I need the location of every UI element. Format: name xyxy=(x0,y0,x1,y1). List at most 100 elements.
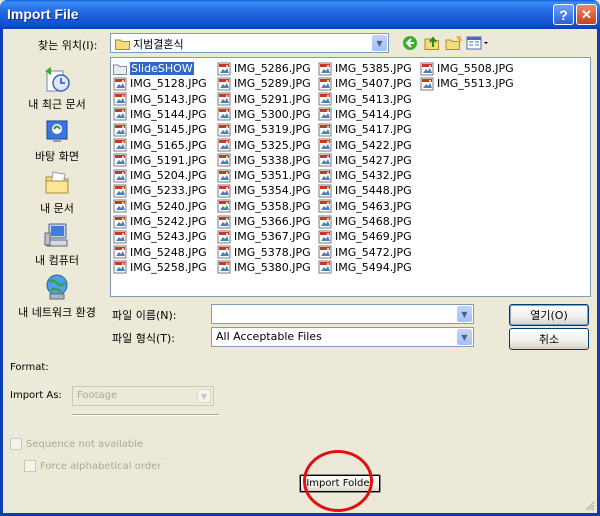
place-desktop-label: 바탕 화면 xyxy=(35,150,79,163)
current-folder-label: 지범결혼식 xyxy=(133,38,184,51)
look-in-combo[interactable]: 지범결혼식 ▼ xyxy=(110,33,389,53)
open-button[interactable]: 열기(O) xyxy=(509,304,589,326)
file-item[interactable]: IMG_5319.JPG xyxy=(217,122,311,137)
file-item[interactable]: IMG_5494.JPG xyxy=(318,260,412,275)
file-item[interactable]: IMG_5291.JPG xyxy=(217,92,311,107)
my-documents-icon xyxy=(43,169,71,197)
file-item[interactable]: IMG_5508.JPG xyxy=(420,61,514,76)
file-item[interactable]: IMG_5300.JPG xyxy=(217,107,311,122)
file-item[interactable]: IMG_5191.JPG xyxy=(113,153,207,168)
close-button[interactable]: ✕ xyxy=(576,4,597,25)
file-item[interactable]: IMG_5469.JPG xyxy=(318,229,412,244)
place-my-computer[interactable]: 내 컴퓨터 xyxy=(9,221,105,268)
file-item[interactable]: IMG_5243.JPG xyxy=(113,229,207,244)
image-file-icon xyxy=(113,184,127,198)
file-item[interactable]: IMG_5351.JPG xyxy=(217,168,311,183)
image-file-icon xyxy=(318,107,332,121)
file-item[interactable]: IMG_5448.JPG xyxy=(318,183,412,198)
image-file-icon xyxy=(113,260,127,274)
places-bar: 내 최근 문서 바탕 화면 내 문서 내 컴퓨터 내 네트워크 환경 xyxy=(9,57,105,322)
up-folder-icon[interactable] xyxy=(423,34,441,52)
highlight-circle-annotation xyxy=(303,450,373,512)
file-item[interactable]: IMG_5472.JPG xyxy=(318,245,412,260)
file-item[interactable]: IMG_5165.JPG xyxy=(113,138,207,153)
file-item[interactable]: IMG_5366.JPG xyxy=(217,214,311,229)
image-file-icon xyxy=(318,215,332,229)
file-name: IMG_5143.JPG xyxy=(130,92,207,106)
filetype-label: 파일 형식(T): xyxy=(112,332,175,345)
file-item[interactable]: IMG_5385.JPG xyxy=(318,61,412,76)
file-item[interactable]: IMG_5413.JPG xyxy=(318,92,412,107)
file-name: IMG_5463.JPG xyxy=(335,199,412,213)
file-item[interactable]: IMG_5513.JPG xyxy=(420,76,514,91)
cancel-button[interactable]: 취소 xyxy=(509,328,589,350)
file-item[interactable]: IMG_5367.JPG xyxy=(217,229,311,244)
place-my-documents[interactable]: 내 문서 xyxy=(9,169,105,216)
place-my-documents-label: 내 문서 xyxy=(40,202,74,215)
sequence-checkbox[interactable] xyxy=(10,438,22,450)
place-my-network[interactable]: 내 네트워크 환경 xyxy=(9,273,105,320)
file-item[interactable]: IMG_5422.JPG xyxy=(318,138,412,153)
file-item[interactable]: IMG_5145.JPG xyxy=(113,122,207,137)
file-name: IMG_5366.JPG xyxy=(234,215,311,228)
title-bar[interactable]: Import File ? ✕ xyxy=(0,0,600,29)
image-file-icon xyxy=(113,230,127,244)
image-file-icon xyxy=(217,107,231,121)
file-item[interactable]: IMG_5242.JPG xyxy=(113,214,207,229)
file-item[interactable]: IMG_5417.JPG xyxy=(318,122,412,137)
file-item[interactable]: IMG_5325.JPG xyxy=(217,138,311,153)
file-item[interactable]: IMG_5414.JPG xyxy=(318,107,412,122)
file-name: IMG_5367.JPG xyxy=(234,230,311,244)
new-folder-icon[interactable] xyxy=(444,34,462,52)
file-item[interactable]: IMG_5407.JPG xyxy=(318,76,412,91)
file-item[interactable]: IMG_5358.JPG xyxy=(217,199,311,214)
file-item[interactable]: IMG_5128.JPG xyxy=(113,76,207,91)
file-item[interactable]: IMG_5354.JPG xyxy=(217,183,311,198)
file-name: IMG_5233.JPG xyxy=(130,184,207,198)
file-item[interactable]: IMG_5338.JPG xyxy=(217,153,311,168)
back-icon[interactable] xyxy=(401,34,419,52)
chevron-down-icon[interactable]: ▼ xyxy=(457,329,472,345)
file-item[interactable]: IMG_5258.JPG xyxy=(113,260,207,275)
file-name: IMG_5242.JPG xyxy=(130,215,207,228)
look-in-label: 찾는 위치(I): xyxy=(38,39,98,52)
filename-label: 파일 이름(N): xyxy=(112,309,177,322)
file-list[interactable]: SlideSHOW IMG_5128.JPG IMG_5143.JPG IMG_51… xyxy=(110,57,591,297)
chevron-down-icon[interactable]: ▼ xyxy=(372,35,387,51)
image-file-icon xyxy=(318,199,332,213)
view-menu-icon[interactable] xyxy=(466,34,490,52)
image-file-icon xyxy=(113,169,127,183)
image-file-icon xyxy=(318,123,332,137)
folder-item[interactable]: SlideSHOW xyxy=(113,61,194,76)
file-name: IMG_5432.JPG xyxy=(335,169,412,183)
file-item[interactable]: IMG_5468.JPG xyxy=(318,214,412,229)
help-button[interactable]: ? xyxy=(553,4,574,25)
filename-input[interactable]: ▼ xyxy=(211,304,474,324)
place-recent[interactable]: 내 최근 문서 xyxy=(9,65,105,112)
file-item[interactable]: IMG_5143.JPG xyxy=(113,92,207,107)
chevron-down-icon[interactable]: ▼ xyxy=(457,306,472,322)
file-item[interactable]: IMG_5427.JPG xyxy=(318,153,412,168)
force-alphabetical-label: Force alphabetical order xyxy=(40,461,162,472)
file-item[interactable]: IMG_5380.JPG xyxy=(217,260,311,275)
image-file-icon xyxy=(113,153,127,167)
file-item[interactable]: IMG_5233.JPG xyxy=(113,183,207,198)
resize-grip[interactable] xyxy=(585,501,595,511)
chevron-down-icon[interactable]: ▼ xyxy=(197,389,211,403)
file-item[interactable]: IMG_5289.JPG xyxy=(217,76,311,91)
file-item[interactable]: IMG_5204.JPG xyxy=(113,168,207,183)
file-name: IMG_5469.JPG xyxy=(335,230,412,244)
file-item[interactable]: IMG_5432.JPG xyxy=(318,168,412,183)
image-file-icon xyxy=(318,92,332,106)
file-name: IMG_5351.JPG xyxy=(234,169,311,183)
file-item[interactable]: IMG_5378.JPG xyxy=(217,245,311,260)
file-item[interactable]: IMG_5463.JPG xyxy=(318,199,412,214)
file-item[interactable]: IMG_5144.JPG xyxy=(113,107,207,122)
filetype-select[interactable]: All Acceptable Files ▼ xyxy=(211,327,474,347)
file-item[interactable]: IMG_5240.JPG xyxy=(113,199,207,214)
import-as-select[interactable]: Footage ▼ xyxy=(72,386,214,406)
place-desktop[interactable]: 바탕 화면 xyxy=(9,117,105,164)
file-item[interactable]: IMG_5248.JPG xyxy=(113,245,207,260)
force-alphabetical-checkbox[interactable] xyxy=(24,460,36,472)
file-item[interactable]: IMG_5286.JPG xyxy=(217,61,311,76)
